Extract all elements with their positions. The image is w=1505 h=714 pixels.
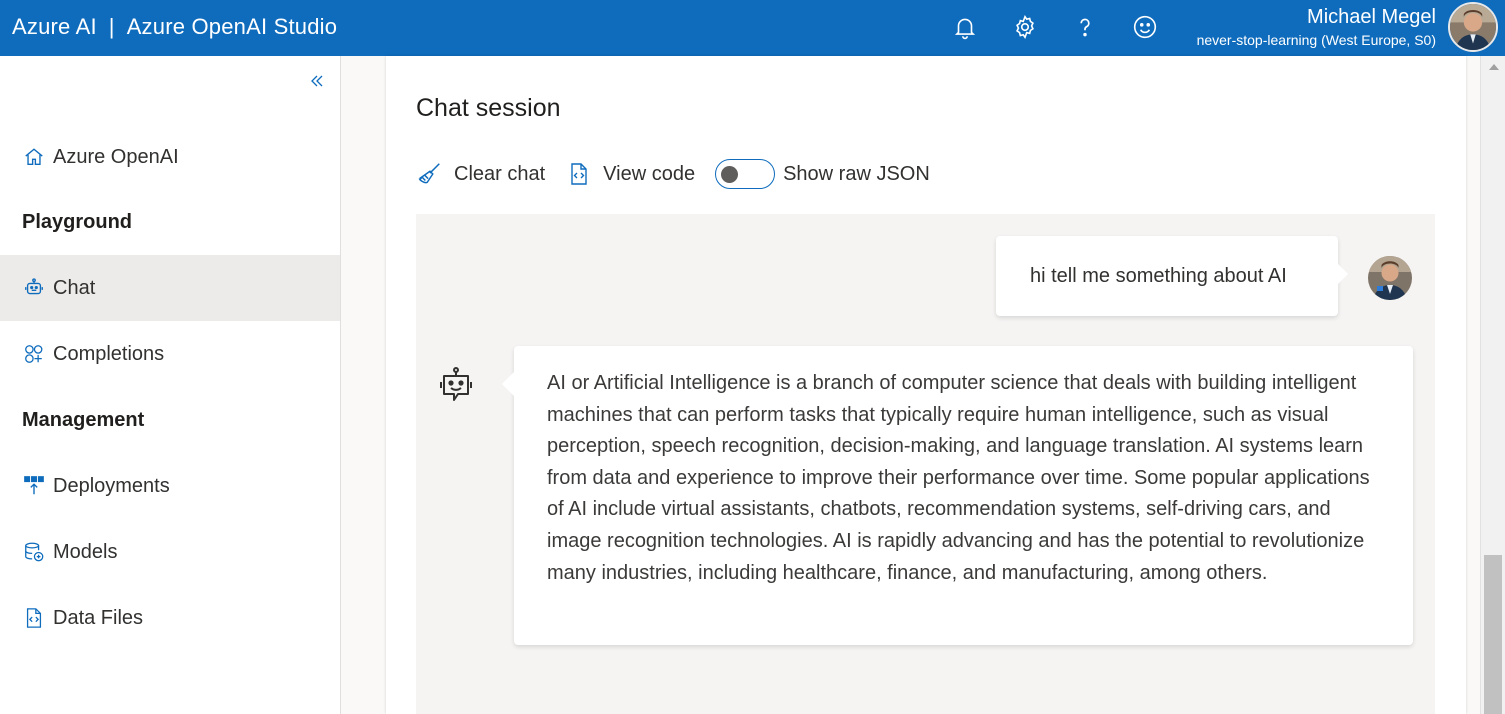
scroll-thumb[interactable] bbox=[1484, 555, 1502, 714]
sidebar-item-label: Deployments bbox=[53, 474, 170, 497]
broom-icon bbox=[416, 160, 444, 188]
user-tenant: never-stop-learning (West Europe, S0) bbox=[1196, 32, 1436, 48]
user-message: hi tell me something about AI bbox=[996, 236, 1348, 316]
section-playground: Playground bbox=[22, 211, 133, 233]
data-files-icon bbox=[22, 606, 46, 630]
brand[interactable]: Azure AI | Azure OpenAI Studio bbox=[12, 14, 337, 40]
user-name: Michael Megel bbox=[1307, 6, 1436, 28]
bot-icon bbox=[22, 276, 46, 300]
user-message-text: hi tell me something about AI bbox=[1030, 264, 1287, 287]
show-raw-json-label: Show raw JSON bbox=[783, 162, 930, 185]
bell-icon[interactable] bbox=[950, 12, 980, 42]
view-code-label: View code bbox=[603, 162, 696, 185]
top-bar: Azure AI | Azure OpenAI Studio Michael Meg… bbox=[0, 0, 1505, 56]
user-info[interactable]: Michael Megel never-stop-learning (West … bbox=[1197, 6, 1436, 52]
models-icon bbox=[22, 540, 46, 564]
deployments-icon bbox=[22, 474, 46, 498]
user-chat-avatar bbox=[1368, 256, 1412, 300]
assistant-bot-icon bbox=[438, 366, 474, 406]
toggle-knob bbox=[721, 166, 739, 183]
chat-messages: hi tell me something about AI AI or Arti… bbox=[416, 214, 1435, 714]
help-icon[interactable] bbox=[1070, 12, 1100, 42]
completions-icon bbox=[22, 342, 46, 366]
user-avatar[interactable] bbox=[1448, 2, 1498, 52]
assistant-message-text: AI or Artificial Intelligence is a branc… bbox=[547, 372, 1370, 584]
code-file-icon bbox=[565, 160, 593, 188]
raw-json-toggle[interactable] bbox=[715, 159, 776, 189]
sidebar-item-azure-openai[interactable]: Azure OpenAI bbox=[0, 124, 340, 190]
gear-icon[interactable] bbox=[1010, 12, 1040, 42]
chat-session-panel: Chat session Clear chat View code Show r… bbox=[386, 56, 1466, 714]
sidebar-item-data-files[interactable]: Data Files bbox=[0, 585, 340, 651]
sidebar: Azure OpenAI Playground Chat Completions… bbox=[0, 56, 341, 714]
chat-toolbar: Clear chat View code Show raw JSON bbox=[416, 156, 930, 192]
home-icon bbox=[22, 145, 46, 169]
assistant-message: AI or Artificial Intelligence is a branc… bbox=[502, 346, 1413, 645]
clear-chat-label: Clear chat bbox=[454, 162, 546, 185]
view-code-button[interactable]: View code bbox=[565, 160, 695, 188]
sidebar-item-label: Completions bbox=[53, 342, 165, 365]
brand-azure-ai[interactable]: Azure AI bbox=[12, 14, 97, 39]
page-scrollbar[interactable] bbox=[1480, 56, 1505, 714]
sidebar-item-label: Azure OpenAI bbox=[53, 145, 179, 168]
collapse-sidebar-icon[interactable] bbox=[306, 70, 328, 92]
sidebar-item-label: Chat bbox=[53, 276, 96, 299]
smiley-icon[interactable] bbox=[1130, 12, 1160, 42]
sidebar-item-completions[interactable]: Completions bbox=[0, 321, 340, 387]
sidebar-item-deployments[interactable]: Deployments bbox=[0, 453, 340, 519]
brand-separator: | bbox=[108, 14, 115, 39]
scroll-up-arrow-icon[interactable] bbox=[1489, 64, 1499, 70]
sidebar-item-chat[interactable]: Chat bbox=[0, 255, 340, 321]
sidebar-item-label: Models bbox=[53, 540, 118, 563]
sidebar-item-models[interactable]: Models bbox=[0, 519, 340, 585]
brand-studio[interactable]: Azure OpenAI Studio bbox=[127, 14, 337, 39]
page-title: Chat session bbox=[416, 94, 561, 122]
section-management: Management bbox=[22, 409, 145, 431]
clear-chat-button[interactable]: Clear chat bbox=[416, 160, 545, 188]
sidebar-item-label: Data Files bbox=[53, 606, 144, 629]
